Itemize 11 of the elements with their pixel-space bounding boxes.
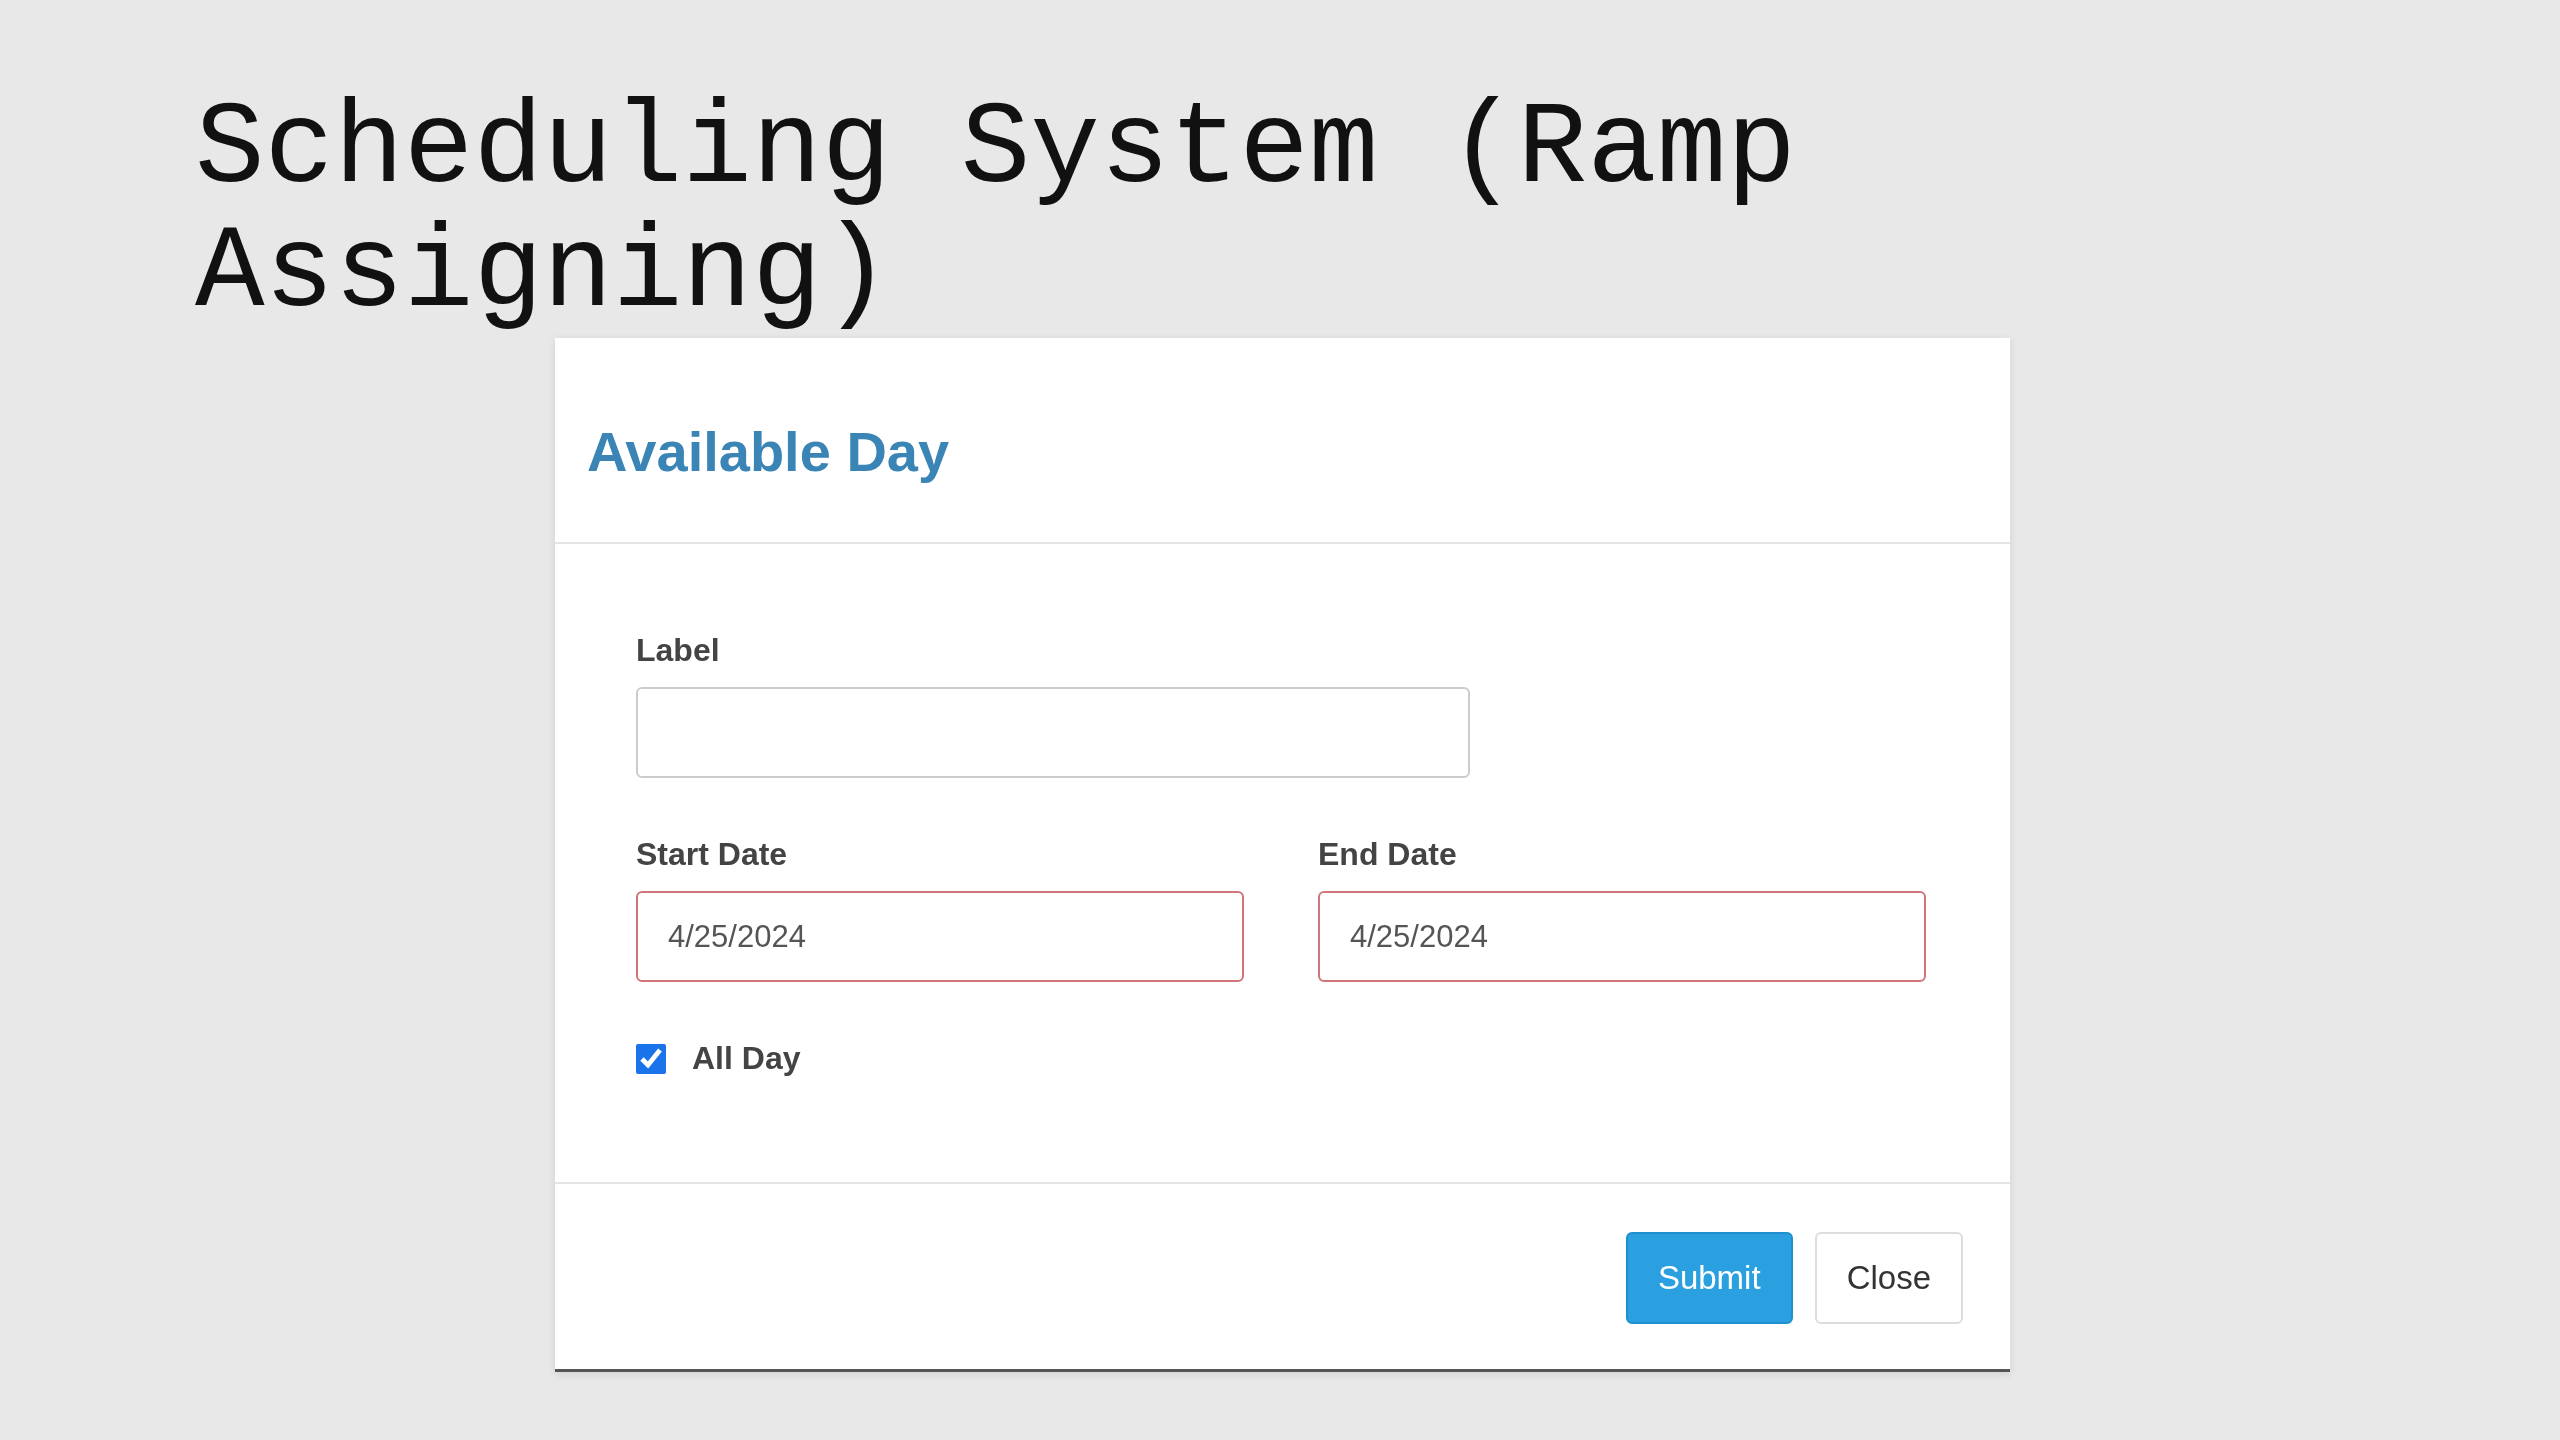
checkbox-label: All Day [692, 1040, 801, 1077]
field-label: Label [636, 632, 721, 669]
field-label: Start Date [636, 836, 789, 873]
slide-title: Scheduling System (Ramp Assigning) [195, 88, 1798, 336]
text-field[interactable]: 4/25/2024 [636, 891, 1244, 982]
dialog-title: Available Day [587, 418, 950, 484]
close-button[interactable]: Close [1814, 1232, 1963, 1324]
text-field[interactable]: 4/25/2024 [1318, 891, 1926, 982]
field-label: End Date [1318, 836, 1458, 873]
checkbox[interactable] [636, 1043, 666, 1074]
text-field[interactable] [636, 687, 1470, 778]
